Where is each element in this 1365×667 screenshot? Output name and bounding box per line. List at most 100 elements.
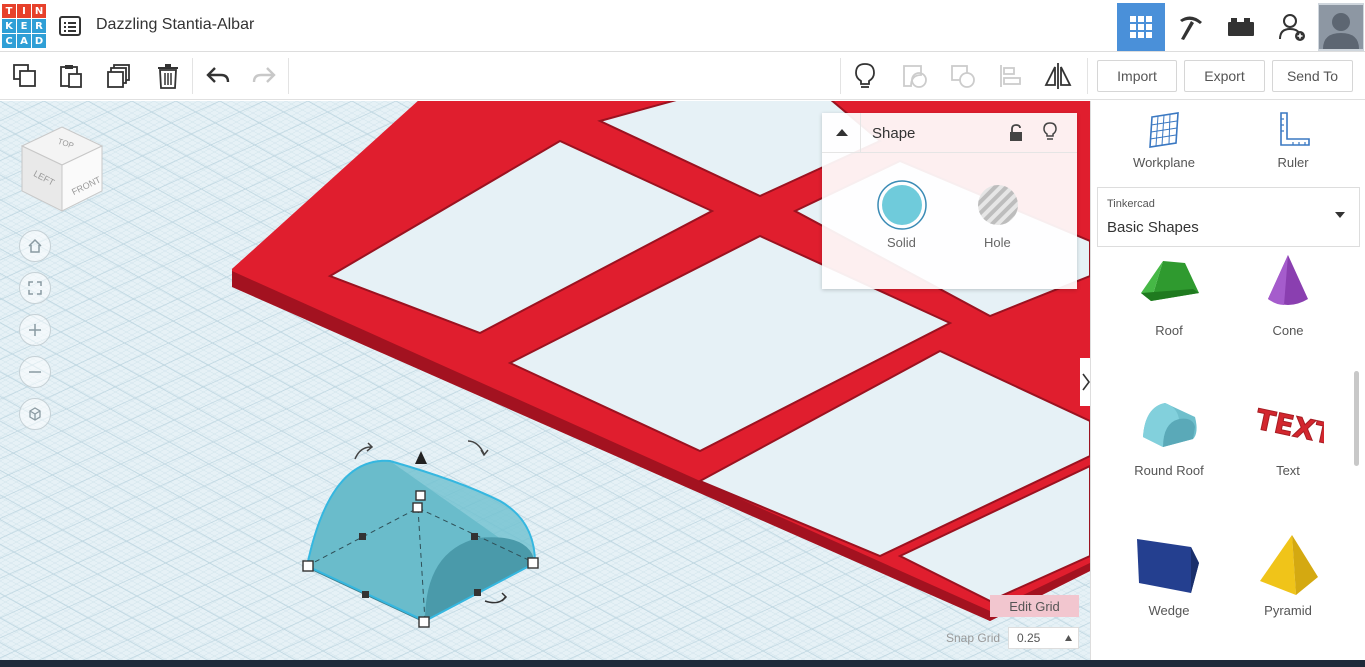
copy-button[interactable] <box>10 61 40 91</box>
logo-letter: A <box>17 34 31 48</box>
snap-grid-label: Snap Grid <box>946 631 1001 645</box>
align-button[interactable] <box>996 61 1026 91</box>
invite-button[interactable] <box>1268 3 1316 51</box>
lightbulb-icon <box>855 63 875 88</box>
duplicate-icon <box>107 64 130 88</box>
shape-label: Text <box>1276 463 1300 478</box>
duplicate-button[interactable] <box>104 61 134 91</box>
round-roof-shape-icon <box>1143 403 1197 447</box>
os-taskbar <box>0 660 1365 667</box>
logo-letter: R <box>32 19 46 33</box>
ortho-view-button[interactable] <box>19 398 51 430</box>
fit-icon <box>28 281 42 295</box>
solid-option[interactable] <box>876 179 928 231</box>
ungroup-icon <box>951 65 975 88</box>
lightbulb-icon[interactable] <box>1042 121 1058 143</box>
logo-letter: D <box>32 34 46 48</box>
hole-option[interactable] <box>972 179 1024 231</box>
user-avatar[interactable] <box>1318 3 1364 51</box>
toolbar-divider <box>1087 58 1088 94</box>
chevron-right-icon <box>1082 373 1090 391</box>
cone-shape-icon <box>1268 255 1308 305</box>
shape-label: Pyramid <box>1264 603 1312 618</box>
shape-inspector-panel: Shape Solid Hole <box>822 113 1077 289</box>
lego-view-button[interactable] <box>1217 3 1265 51</box>
paste-button[interactable] <box>56 61 86 91</box>
shape-label: Wedge <box>1148 603 1190 618</box>
toolbar-divider <box>288 58 289 94</box>
design-list-icon[interactable] <box>58 14 82 38</box>
ruler-tool[interactable]: Ruler <box>1253 111 1333 170</box>
hole-label: Hole <box>984 235 1011 250</box>
fit-view-button[interactable] <box>19 272 51 304</box>
undo-button[interactable] <box>203 61 233 91</box>
edit-grid-button[interactable]: Edit Grid <box>990 595 1079 617</box>
redo-icon <box>252 67 276 83</box>
home-view-button[interactable] <box>19 230 51 262</box>
align-icon <box>1000 65 1021 87</box>
grid-icon <box>1130 16 1152 38</box>
logo-letter: T <box>2 4 16 18</box>
workplane-icon <box>1149 112 1179 148</box>
snap-grid-value: 0.25 <box>1017 631 1041 645</box>
pickaxe-icon <box>1180 16 1202 40</box>
redo-button[interactable] <box>249 61 279 91</box>
panel-divider <box>860 113 861 153</box>
shape-pyramid[interactable]: Pyramid <box>1233 533 1343 618</box>
caret-up-icon <box>1065 635 1072 641</box>
snap-grid-select[interactable]: 0.25 <box>1008 627 1079 649</box>
library-name: Basic Shapes <box>1107 219 1199 236</box>
minecraft-view-button[interactable] <box>1167 3 1215 51</box>
sidebar-scrollbar[interactable] <box>1354 371 1359 466</box>
logo-letter: C <box>2 34 16 48</box>
mirror-button[interactable] <box>1043 61 1073 91</box>
text-shape-icon: TEXT <box>1252 402 1324 452</box>
edit-toolbar: Import Export Send To <box>0 52 1365 100</box>
3d-viewport[interactable]: TOP LEFT FRONT Shape Solid Hole Edit Gri… <box>0 101 1090 667</box>
svg-text:TEXT: TEXT <box>1253 403 1324 452</box>
shape-cone[interactable]: Cone <box>1233 253 1343 338</box>
solid-label: Solid <box>887 235 916 250</box>
mirror-icon <box>1044 63 1072 89</box>
workplane-tool[interactable]: Workplane <box>1124 111 1204 170</box>
shape-label: Cone <box>1272 323 1304 338</box>
ruler-icon <box>1280 112 1310 146</box>
chevron-down-icon <box>1335 212 1345 218</box>
wedge-shape-icon <box>1137 539 1199 593</box>
3d-view-button[interactable] <box>1117 3 1165 51</box>
design-title[interactable]: Dazzling Stantia-Albar <box>96 16 254 34</box>
zoom-out-button[interactable] <box>19 356 51 388</box>
shape-panel-title: Shape <box>872 125 916 142</box>
group-icon <box>903 65 927 88</box>
tinkercad-logo[interactable]: T I N K E R C A D <box>2 4 46 48</box>
paste-icon <box>60 65 82 88</box>
collapse-panel-icon[interactable] <box>834 126 850 138</box>
pyramid-shape-icon <box>1260 535 1318 595</box>
shape-label: Round Roof <box>1134 463 1204 478</box>
lock-icon[interactable] <box>1008 123 1024 143</box>
home-icon <box>28 238 42 253</box>
notes-button[interactable] <box>850 61 880 91</box>
cube-icon <box>29 407 41 421</box>
shape-label: Roof <box>1155 323 1183 338</box>
toolbar-divider <box>840 58 841 94</box>
workplane-label: Workplane <box>1133 155 1195 170</box>
send-to-button[interactable]: Send To <box>1272 60 1353 92</box>
export-button[interactable]: Export <box>1184 60 1265 92</box>
zoom-in-button[interactable] <box>19 314 51 346</box>
shapes-sidebar: Workplane Ruler Tinkercad Basic Shapes R… <box>1090 101 1365 667</box>
ungroup-button[interactable] <box>948 61 978 91</box>
plus-icon <box>29 324 41 336</box>
trash-icon <box>158 64 178 89</box>
import-button[interactable]: Import <box>1097 60 1177 92</box>
top-bar: T I N K E R C A D Dazzling Stantia-Albar <box>0 0 1365 52</box>
avatar-icon <box>1319 5 1363 49</box>
shape-roof[interactable]: Roof <box>1114 253 1224 338</box>
shape-round-roof[interactable]: Round Roof <box>1114 393 1224 478</box>
shape-text[interactable]: TEXT Text <box>1233 393 1343 478</box>
logo-letter: E <box>17 19 31 33</box>
shape-library-select[interactable]: Tinkercad Basic Shapes <box>1097 187 1360 247</box>
shape-wedge[interactable]: Wedge <box>1114 533 1224 618</box>
group-button[interactable] <box>900 61 930 91</box>
delete-button[interactable] <box>153 61 183 91</box>
